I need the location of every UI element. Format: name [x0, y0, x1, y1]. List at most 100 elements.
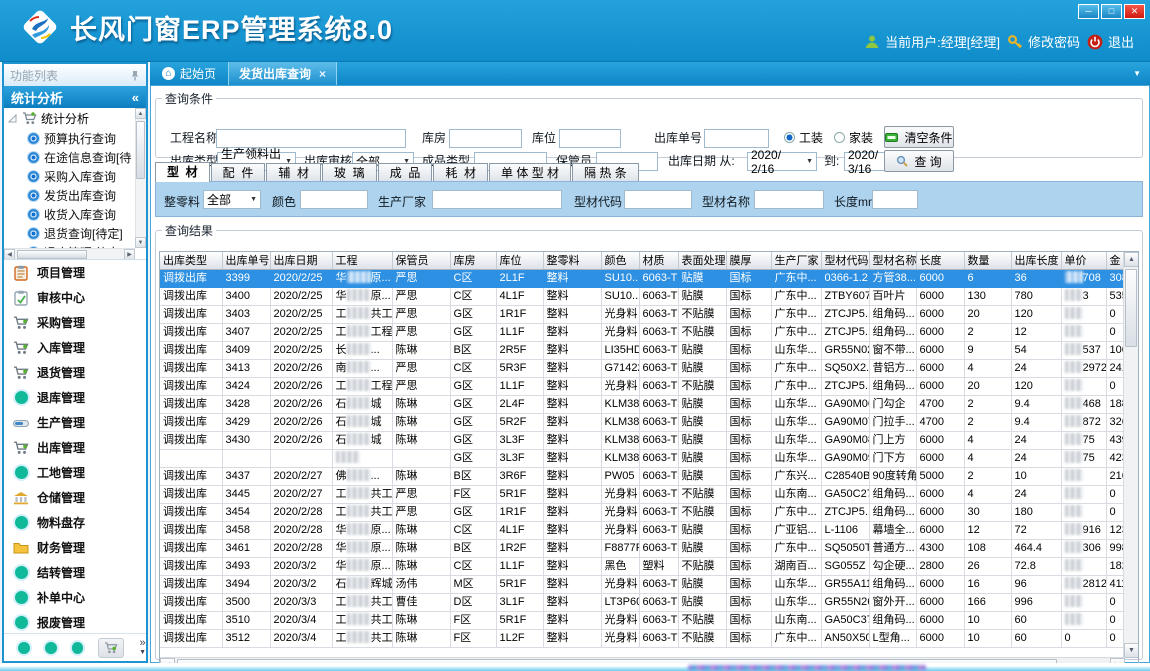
- table-row[interactable]: 调拨出库34242020/2/26工工程严思G区1L1F整料光身料6063-T5…: [160, 377, 1124, 395]
- clear-conditions-button[interactable]: 清空条件: [884, 126, 954, 148]
- column-header[interactable]: 型材代码: [821, 252, 869, 269]
- table-row[interactable]: 调拨出库34452020/2/27工共工程严思F区5R1F整料光身料6063-T…: [160, 485, 1124, 503]
- column-header[interactable]: 出库类型: [160, 252, 222, 269]
- location-input[interactable]: [559, 129, 621, 148]
- tab-list-dropdown-icon[interactable]: ▼: [1133, 69, 1150, 78]
- search-button[interactable]: 查 询: [884, 150, 954, 172]
- overflow-chevron[interactable]: »▼: [139, 639, 146, 657]
- table-row[interactable]: 调拨出库35002020/3/3工共工程曹佳D区3L1F整料LT3P606063…: [160, 593, 1124, 611]
- table-row[interactable]: 调拨出库34282020/2/26石城陈琳G区2L4F整料KLM38176063…: [160, 395, 1124, 413]
- tree-item[interactable]: 采购入库查询: [4, 167, 135, 186]
- sidebar-item-入库管理[interactable]: 入库管理: [4, 335, 146, 360]
- table-row[interactable]: 调拨出库33992020/2/25华原...严思C区2L1F整料SU10...6…: [160, 269, 1124, 287]
- tree-vertical-scrollbar[interactable]: ▲ ▼: [135, 108, 146, 248]
- column-header[interactable]: 膜厚: [726, 252, 771, 269]
- material-tab-2[interactable]: 配 件: [211, 163, 266, 182]
- sidebar-item-报废管理[interactable]: 报废管理: [4, 610, 146, 633]
- profile-code-input[interactable]: [624, 190, 692, 209]
- radio-gongzhuang[interactable]: 工装: [784, 129, 823, 146]
- circle-icon[interactable]: [72, 642, 84, 654]
- pin-icon[interactable]: [130, 70, 140, 81]
- profile-name-input[interactable]: [754, 190, 824, 209]
- table-row[interactable]: 调拨出库34942020/3/2石辉城汤伟M区5R1F整料光身料6063-T5贴…: [160, 575, 1124, 593]
- table-row[interactable]: 调拨出库35102020/3/4工共工程陈琳F区5R1F整料光身料6063-T5…: [160, 611, 1124, 629]
- column-header[interactable]: 单价: [1061, 252, 1106, 269]
- table-row[interactable]: 调拨出库34582020/2/28华原...陈琳C区4L1F整料光身料6063-…: [160, 521, 1124, 539]
- radio-jiazhuang[interactable]: 家装: [834, 129, 873, 146]
- tree-item[interactable]: 预算执行查询: [4, 129, 135, 148]
- column-header[interactable]: 出库日期: [270, 252, 332, 269]
- column-header[interactable]: 整零料: [543, 252, 601, 269]
- material-tab-6[interactable]: 耗 材: [433, 163, 488, 182]
- column-header[interactable]: 出库单号: [222, 252, 270, 269]
- logout-button[interactable]: 退出: [1087, 32, 1134, 51]
- table-row[interactable]: 调拨出库34612020/2/28华原...陈琳B区1R2F整料F8877FT6…: [160, 539, 1124, 557]
- whole-part-select[interactable]: 全部▼: [203, 190, 261, 209]
- table-row[interactable]: 调拨出库34092020/2/25长...陈琳B区2R5F整料LI35HD606…: [160, 341, 1124, 359]
- sidebar-item-补单中心[interactable]: 补单中心: [4, 585, 146, 610]
- warehouse-input[interactable]: [449, 129, 522, 148]
- sidebar-item-采购管理[interactable]: 采购管理: [4, 310, 146, 335]
- change-password-button[interactable]: 修改密码: [1007, 32, 1080, 51]
- material-tab-5[interactable]: 成 品: [378, 163, 433, 182]
- sidebar-section-statistics[interactable]: 统计分析 «: [4, 86, 146, 108]
- sidebar-item-退库管理[interactable]: 退库管理: [4, 385, 146, 410]
- tree-root-statistics[interactable]: 统计分析: [4, 108, 135, 129]
- material-tab-3[interactable]: 辅 材: [266, 163, 321, 182]
- sidebar-item-工地管理[interactable]: 工地管理: [4, 460, 146, 485]
- sidebar-item-退货管理[interactable]: 退货管理: [4, 360, 146, 385]
- sidebar-item-财务管理[interactable]: 财务管理: [4, 535, 146, 560]
- maximize-button[interactable]: □: [1101, 4, 1122, 19]
- table-row[interactable]: 调拨出库34372020/2/27佛...陈琳B区3R6F整料PW056063-…: [160, 467, 1124, 485]
- color-input[interactable]: [300, 190, 368, 209]
- material-tab-8[interactable]: 隔 热 条: [572, 163, 639, 182]
- column-header[interactable]: 长度: [916, 252, 964, 269]
- sidebar-item-物料盘存[interactable]: 物料盘存: [4, 510, 146, 535]
- table-row[interactable]: 调拨出库34932020/3/2华原...陈琳C区1L1F整料黑色塑料不贴膜国标…: [160, 557, 1124, 575]
- column-header[interactable]: 库房: [450, 252, 496, 269]
- circle-icon[interactable]: [45, 642, 57, 654]
- circle-icon[interactable]: [18, 642, 30, 654]
- sidebar-item-仓储管理[interactable]: 仓储管理: [4, 485, 146, 510]
- table-row[interactable]: 调拨出库34542020/2/28工共工程严思G区1R1F整料光身料6063-T…: [160, 503, 1124, 521]
- minimize-button[interactable]: ─: [1078, 4, 1099, 19]
- column-header[interactable]: 材质: [639, 252, 678, 269]
- material-tab-7[interactable]: 单 体 型 材: [489, 163, 571, 182]
- column-header[interactable]: 颜色: [601, 252, 639, 269]
- close-button[interactable]: ✕: [1124, 4, 1145, 19]
- table-row[interactable]: 调拨出库35122020/3/4工共工程陈琳F区1L2F整料光身料6063-T5…: [160, 629, 1124, 647]
- cart-button[interactable]: [98, 638, 124, 658]
- table-row[interactable]: 调拨出库34132020/2/26南...严思C区5R3F整料G71422606…: [160, 359, 1124, 377]
- sidebar-item-结转管理[interactable]: 结转管理: [4, 560, 146, 585]
- table-row[interactable]: 调拨出库34072020/2/25工工程严思G区1L1F整料光身料6063-T5…: [160, 323, 1124, 341]
- material-tab-4[interactable]: 玻 璃: [322, 163, 377, 182]
- column-header[interactable]: 型材名称: [869, 252, 916, 269]
- tree-item[interactable]: 退货查询[待定]: [4, 224, 135, 243]
- tree-horizontal-scrollbar[interactable]: ◀ ▶: [4, 248, 135, 259]
- column-header[interactable]: 金: [1106, 252, 1124, 269]
- column-header[interactable]: 生产厂家: [771, 252, 821, 269]
- tab-shipment-outbound-query[interactable]: 发货出库查询 ×: [228, 62, 337, 85]
- table-row[interactable]: G区3L3F整料KLM38176063-T5贴膜国标山东华...GA90M09.…: [160, 449, 1124, 467]
- column-header[interactable]: 表面处理: [678, 252, 726, 269]
- tab-close-icon[interactable]: ×: [319, 67, 326, 81]
- table-row[interactable]: 调拨出库34302020/2/26石城陈琳G区3L3F整料KLM38176063…: [160, 431, 1124, 449]
- length-input[interactable]: [872, 190, 918, 209]
- tree-expander-icon[interactable]: [8, 114, 18, 123]
- column-header[interactable]: 保管员: [392, 252, 450, 269]
- manufacturer-input[interactable]: [432, 190, 562, 209]
- table-row[interactable]: 调拨出库34292020/2/26石城陈琳G区5R2F整料KLM38176063…: [160, 413, 1124, 431]
- sidebar-item-出库管理[interactable]: 出库管理: [4, 435, 146, 460]
- grid-vertical-scrollbar[interactable]: ▲ ▼: [1123, 252, 1138, 658]
- tree-item[interactable]: 收货入库查询: [4, 205, 135, 224]
- column-header[interactable]: 工程: [332, 252, 392, 269]
- tree-item[interactable]: 发货出库查询: [4, 186, 135, 205]
- table-row[interactable]: 调拨出库34032020/2/25工共工程严思G区1R1F整料光身料6063-T…: [160, 305, 1124, 323]
- sidebar-item-审核中心[interactable]: 审核中心: [4, 285, 146, 310]
- sidebar-item-生产管理[interactable]: 生产管理: [4, 410, 146, 435]
- column-header[interactable]: 数量: [964, 252, 1011, 269]
- column-header[interactable]: 出库长度: [1011, 252, 1061, 269]
- collapse-icon[interactable]: «: [132, 90, 139, 105]
- date-from-picker[interactable]: 2020/ 2/16▼: [747, 152, 817, 171]
- column-header[interactable]: 库位: [496, 252, 543, 269]
